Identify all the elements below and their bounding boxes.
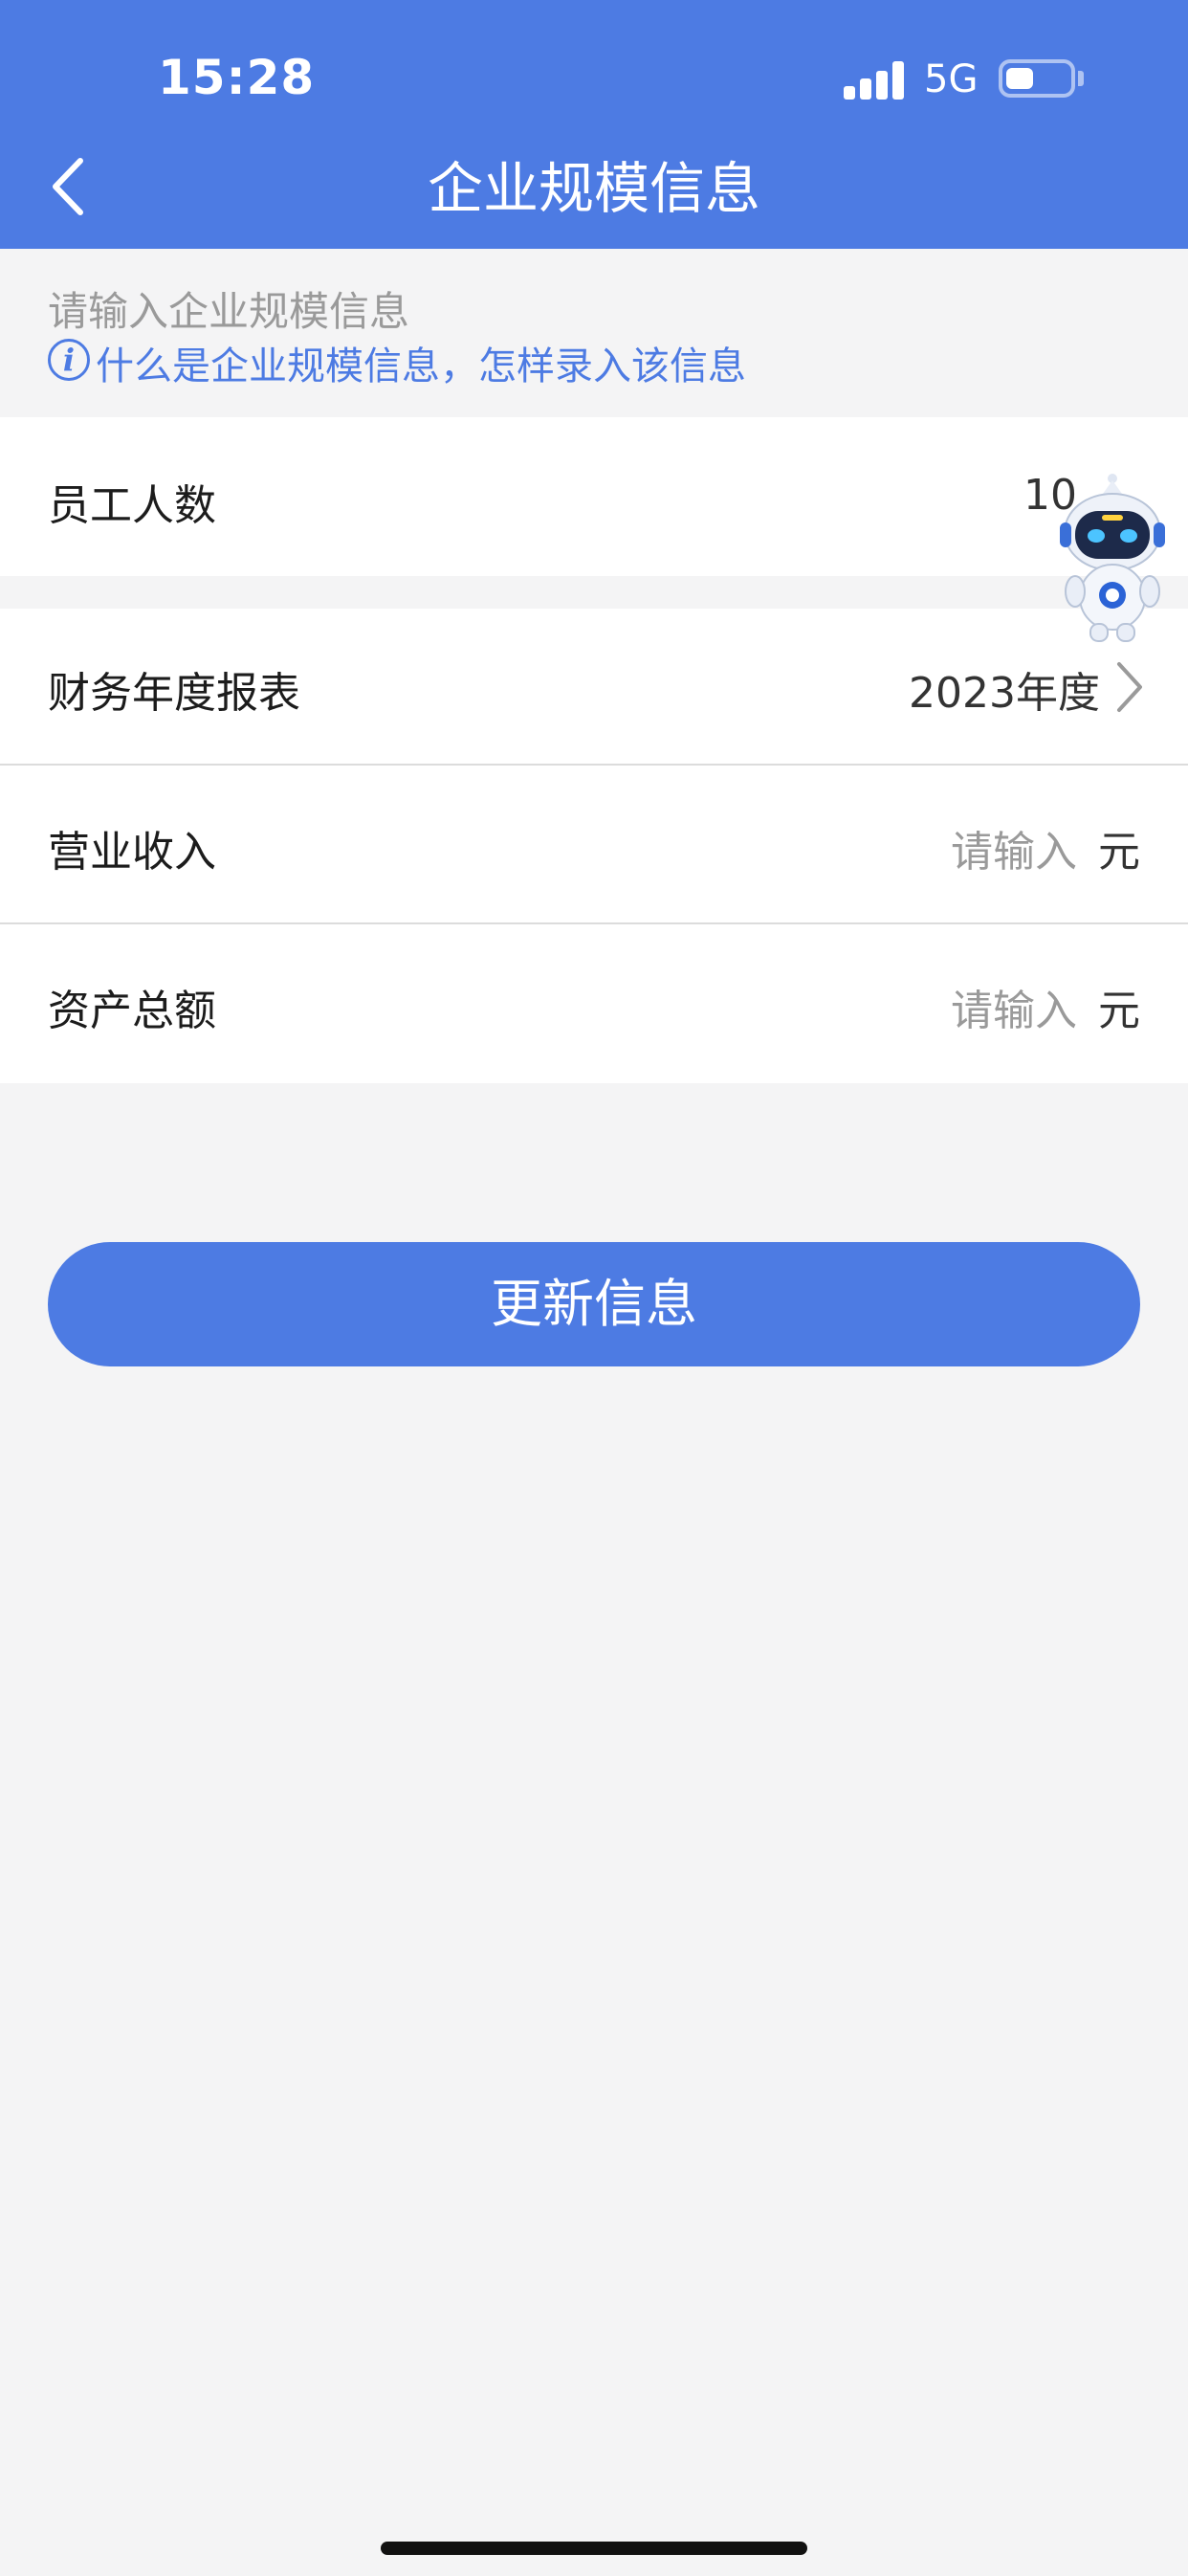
battery-tip xyxy=(1078,71,1084,86)
info-icon[interactable]: i xyxy=(48,339,90,381)
intro-hint: 请输入企业规模信息 xyxy=(48,288,410,335)
status-time: 15:28 xyxy=(158,50,316,105)
fiscal-report-label: 财务年度报表 xyxy=(48,669,300,718)
assets-input[interactable]: 请输入 xyxy=(951,976,1077,1037)
assets-label: 资产总额 xyxy=(48,987,216,1035)
revenue-label: 营业收入 xyxy=(48,828,216,877)
revenue-input[interactable]: 请输入 xyxy=(951,817,1077,878)
robot-assistant-icon[interactable] xyxy=(1050,473,1175,645)
battery-level xyxy=(1006,68,1033,89)
revenue-row[interactable]: 营业收入 请输入 元 xyxy=(0,766,1188,922)
chevron-right-icon xyxy=(1117,662,1142,712)
network-type: 5G xyxy=(924,57,979,101)
page-title: 企业规模信息 xyxy=(427,156,760,221)
fiscal-report-value: 2023年度 xyxy=(909,669,1100,718)
update-button[interactable]: 更新信息 xyxy=(48,1242,1140,1366)
assets-row[interactable]: 资产总额 请输入 元 xyxy=(0,924,1188,1083)
fiscal-report-row[interactable]: 财务年度报表 2023年度 xyxy=(0,609,1188,764)
help-link[interactable]: 什么是企业规模信息，怎样录入该信息 xyxy=(96,335,746,390)
home-indicator[interactable] xyxy=(381,2542,807,2555)
employees-label: 员工人数 xyxy=(48,481,216,530)
assets-unit: 元 xyxy=(1098,987,1140,1035)
employees-row[interactable]: 员工人数 10 xyxy=(0,417,1188,576)
signal-icon xyxy=(844,61,905,100)
revenue-unit: 元 xyxy=(1098,828,1140,877)
